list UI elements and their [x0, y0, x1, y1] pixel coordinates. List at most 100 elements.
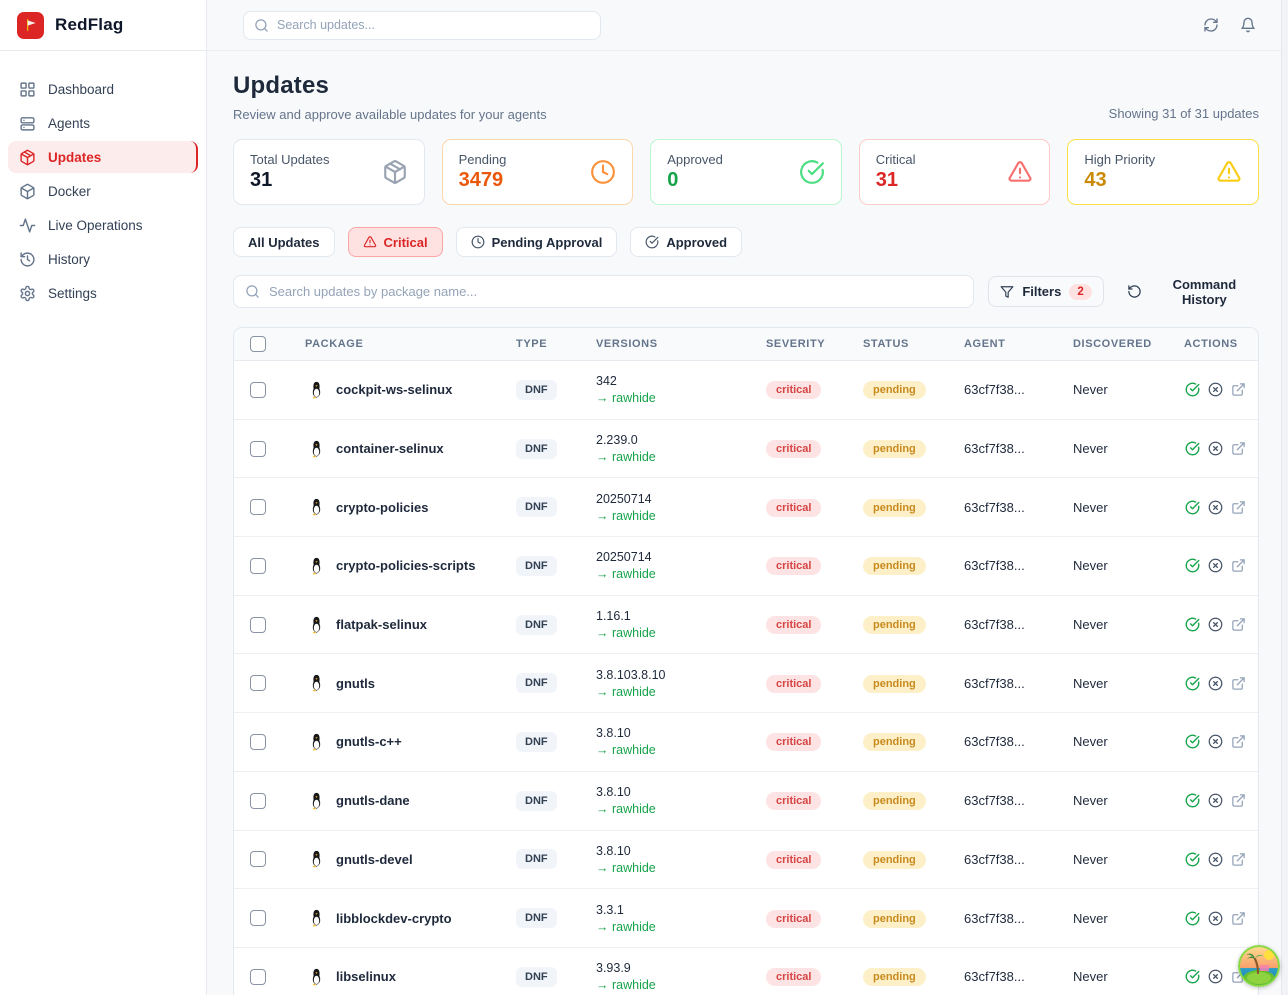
- approve-button[interactable]: [1184, 910, 1201, 927]
- approve-button[interactable]: [1184, 499, 1201, 516]
- sidebar-item-settings[interactable]: Settings: [8, 277, 198, 309]
- page-title: Updates: [233, 72, 547, 100]
- clock-icon: [590, 159, 616, 185]
- severity-badge: critical: [766, 910, 821, 928]
- external-link-icon[interactable]: [1230, 792, 1247, 809]
- reject-button[interactable]: [1207, 499, 1224, 516]
- stat-label: Pending: [459, 152, 507, 167]
- type-badge: DNF: [516, 497, 557, 517]
- approve-button[interactable]: [1184, 968, 1201, 985]
- row-checkbox[interactable]: [250, 382, 266, 398]
- severity-badge: critical: [766, 851, 821, 869]
- external-link-icon[interactable]: [1230, 910, 1247, 927]
- page-scrollbar[interactable]: [1281, 0, 1288, 995]
- type-badge: DNF: [516, 673, 557, 693]
- sidebar-item-updates[interactable]: Updates: [8, 141, 198, 173]
- reject-button[interactable]: [1207, 851, 1224, 868]
- sidebar: RedFlag DashboardAgentsUpdatesDockerLive…: [0, 0, 207, 995]
- tab-pending-approval[interactable]: Pending Approval: [456, 227, 618, 257]
- approve-button[interactable]: [1184, 616, 1201, 633]
- approve-button[interactable]: [1184, 675, 1201, 692]
- reject-button[interactable]: [1207, 792, 1224, 809]
- agent-id: 63cf7f38...: [964, 676, 1073, 691]
- global-search[interactable]: [243, 11, 601, 40]
- row-checkbox[interactable]: [250, 969, 266, 985]
- reject-button[interactable]: [1207, 968, 1224, 985]
- type-badge: DNF: [516, 380, 557, 400]
- command-history-button[interactable]: Command History: [1127, 277, 1259, 307]
- row-checkbox[interactable]: [250, 910, 266, 926]
- select-all-checkbox[interactable]: [250, 336, 266, 352]
- updates-table: Package Type Versions Severity Status Ag…: [233, 327, 1259, 995]
- sidebar-item-history[interactable]: History: [8, 243, 198, 275]
- stat-label: Critical: [876, 152, 916, 167]
- package-name: gnutls-devel: [336, 852, 413, 867]
- package-search[interactable]: [233, 275, 974, 308]
- reject-button[interactable]: [1207, 910, 1224, 927]
- table-row: container-selinux DNF 2.239.0 → rawhide …: [234, 420, 1258, 479]
- reject-button[interactable]: [1207, 381, 1224, 398]
- external-link-icon[interactable]: [1230, 440, 1247, 457]
- row-checkbox[interactable]: [250, 441, 266, 457]
- table-row: libselinux DNF 3.93.9 → rawhide critical…: [234, 948, 1258, 995]
- global-search-input[interactable]: [277, 18, 590, 32]
- filters-button[interactable]: Filters 2: [988, 276, 1103, 307]
- activity-icon: [19, 217, 36, 234]
- approve-button[interactable]: [1184, 733, 1201, 750]
- tab-approved[interactable]: Approved: [630, 227, 742, 257]
- version-from: 3.8.103.8.10: [596, 668, 766, 682]
- alert-triangle-icon: [1007, 159, 1033, 185]
- sidebar-item-docker[interactable]: Docker: [8, 175, 198, 207]
- tab-critical[interactable]: Critical: [348, 227, 443, 257]
- package-icon: [382, 159, 408, 185]
- refresh-icon[interactable]: [1201, 15, 1221, 35]
- tools-row: Filters 2 Command History: [233, 275, 1259, 308]
- external-link-icon[interactable]: [1230, 616, 1247, 633]
- bell-icon[interactable]: [1238, 15, 1258, 35]
- filter-tabs: All Updates Critical Pending Approval Appro…: [233, 227, 1259, 257]
- row-checkbox[interactable]: [250, 558, 266, 574]
- reject-button[interactable]: [1207, 440, 1224, 457]
- external-link-icon[interactable]: [1230, 675, 1247, 692]
- alert-triangle-icon: [363, 235, 377, 249]
- row-checkbox[interactable]: [250, 793, 266, 809]
- version-from: 2.239.0: [596, 433, 766, 447]
- tropical-island-icon[interactable]: [1238, 945, 1280, 987]
- external-link-icon[interactable]: [1230, 733, 1247, 750]
- row-checkbox[interactable]: [250, 499, 266, 515]
- reject-button[interactable]: [1207, 616, 1224, 633]
- discovered-value: Never: [1073, 852, 1184, 867]
- type-badge: DNF: [516, 791, 557, 811]
- reject-button[interactable]: [1207, 733, 1224, 750]
- external-link-icon[interactable]: [1230, 851, 1247, 868]
- approve-button[interactable]: [1184, 557, 1201, 574]
- page-header: Updates Review and approve available upd…: [233, 72, 1259, 122]
- external-link-icon[interactable]: [1230, 381, 1247, 398]
- approve-button[interactable]: [1184, 851, 1201, 868]
- row-checkbox[interactable]: [250, 675, 266, 691]
- row-checkbox[interactable]: [250, 617, 266, 633]
- sidebar-item-agents[interactable]: Agents: [8, 107, 198, 139]
- sidebar-item-dashboard[interactable]: Dashboard: [8, 73, 198, 105]
- penguin-icon: [309, 674, 324, 692]
- penguin-icon: [309, 909, 324, 927]
- package-search-input[interactable]: [269, 284, 962, 299]
- approve-button[interactable]: [1184, 440, 1201, 457]
- status-badge: pending: [863, 616, 926, 634]
- sidebar-item-live-operations[interactable]: Live Operations: [8, 209, 198, 241]
- approve-button[interactable]: [1184, 792, 1201, 809]
- reject-button[interactable]: [1207, 675, 1224, 692]
- approve-button[interactable]: [1184, 381, 1201, 398]
- external-link-icon[interactable]: [1230, 499, 1247, 516]
- type-badge: DNF: [516, 439, 557, 459]
- sidebar-item-label: Settings: [48, 286, 97, 301]
- penguin-icon: [309, 733, 324, 751]
- search-icon: [245, 284, 260, 299]
- external-link-icon[interactable]: [1230, 557, 1247, 574]
- reject-button[interactable]: [1207, 557, 1224, 574]
- row-checkbox[interactable]: [250, 734, 266, 750]
- stat-label: High Priority: [1084, 152, 1155, 167]
- row-checkbox[interactable]: [250, 851, 266, 867]
- tab-all[interactable]: All Updates: [233, 227, 335, 257]
- package-icon: [19, 149, 36, 166]
